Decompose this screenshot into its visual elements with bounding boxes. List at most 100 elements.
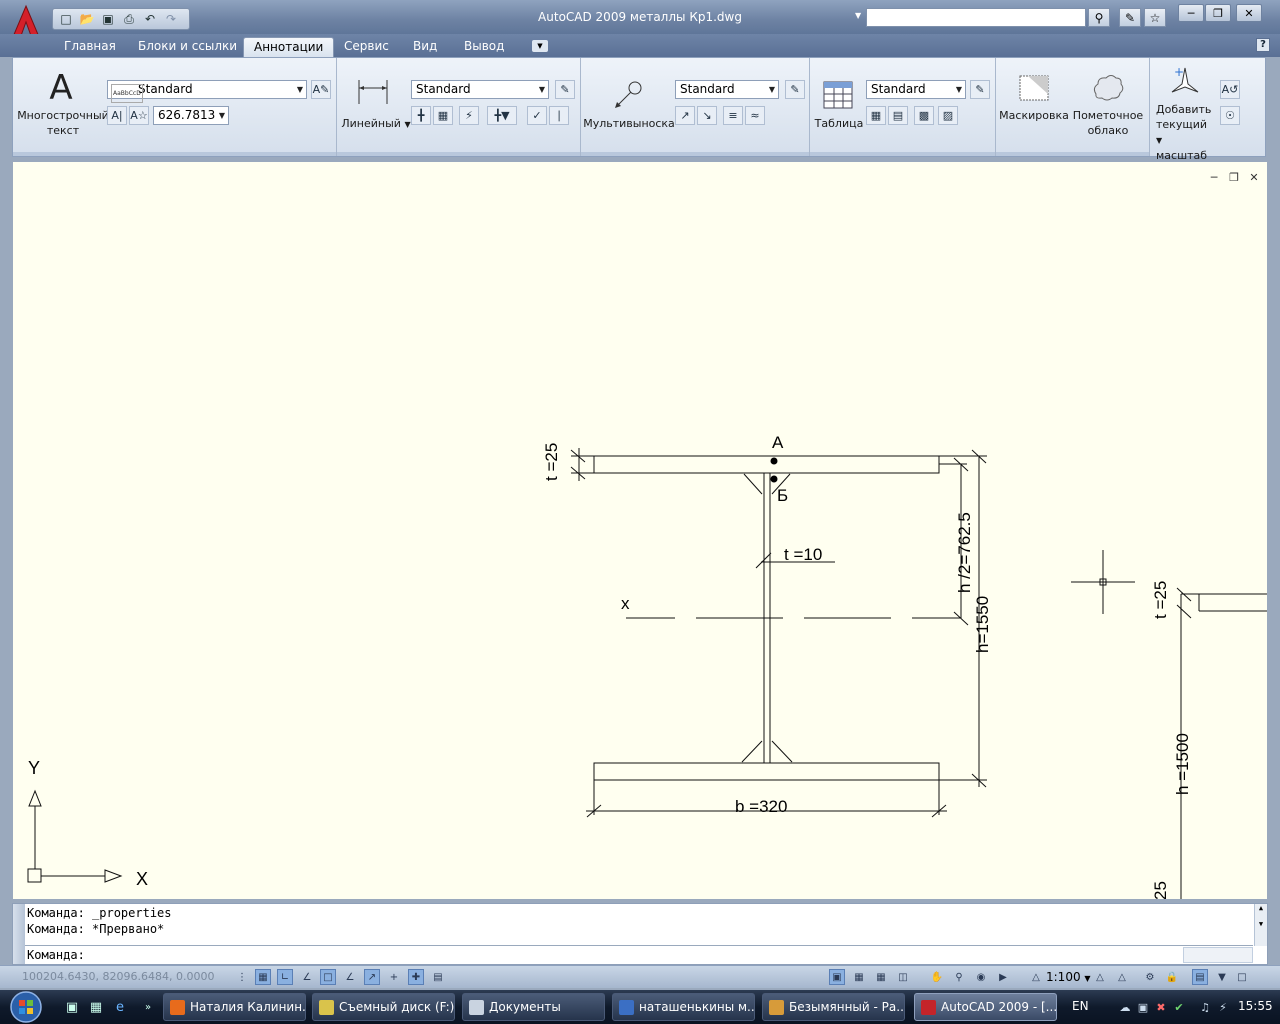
annotation-scale-value[interactable]: 1:100 ▼ (1046, 970, 1091, 984)
annotation-scale-icon[interactable]: △ (1028, 969, 1044, 985)
download-from-source-icon[interactable]: ▩ (914, 106, 934, 125)
table-icon[interactable] (822, 80, 854, 110)
dimension-style-manager-icon[interactable]: ✎ (555, 80, 575, 99)
mtext-icon[interactable]: A (43, 68, 79, 108)
multileader-icon[interactable] (609, 78, 645, 112)
object-snap-tracking-icon[interactable]: ∠ (342, 969, 358, 985)
table-label[interactable]: Таблица (812, 116, 866, 131)
favorites-star-icon[interactable]: ☆ (1144, 8, 1166, 27)
grid-display-icon[interactable]: ▦ (255, 969, 271, 985)
dimension-style-select[interactable]: Standard ▼ (411, 80, 549, 99)
taskbar-item-word[interactable]: наташенькины м... (612, 993, 755, 1021)
quick-view-icon[interactable]: ◫ (895, 969, 911, 985)
pan-icon[interactable]: ✋ (929, 969, 945, 985)
workspace-switching-icon[interactable]: ⚙ (1142, 969, 1158, 985)
search-icon[interactable]: ⚲ (1088, 8, 1110, 27)
steering-wheel-icon[interactable]: ◉ (973, 969, 989, 985)
lineweight-icon[interactable]: ✚ (408, 969, 424, 985)
revision-cloud-label[interactable]: Пометочное облако (1070, 108, 1146, 138)
close-button[interactable]: ✕ (1236, 4, 1262, 22)
add-current-scale-icon[interactable]: + (1170, 64, 1200, 98)
polar-tracking-icon[interactable]: ∠ (299, 969, 315, 985)
show-motion-icon[interactable]: ▶ (995, 969, 1011, 985)
quick-properties-icon[interactable]: ▤ (430, 969, 446, 985)
text-annotative-icon[interactable]: A☆ (129, 106, 149, 125)
wipeout-label[interactable]: Маскировка (998, 108, 1070, 123)
snap-mode-icon[interactable]: ⋮ (234, 969, 250, 985)
auto-scale-icon[interactable]: △ (1114, 969, 1130, 985)
help-icon[interactable]: ? (1256, 38, 1270, 52)
dim-space-icon[interactable]: ▦ (433, 106, 453, 125)
dynamic-ucs-icon[interactable]: ↗ (364, 969, 380, 985)
text-height-icon[interactable]: A| (107, 106, 127, 125)
multileader-label[interactable]: Мультивыноска (583, 116, 675, 131)
table-style-manager-icon[interactable]: ✎ (970, 80, 990, 99)
multileader-style-select[interactable]: Standard ▼ (675, 80, 779, 99)
tab-tools[interactable]: Сервис (334, 37, 399, 57)
taskbar-item-removable-disk[interactable]: Съемный диск (F:) (312, 993, 455, 1021)
dim-inspect-icon[interactable]: ⚡ (459, 106, 479, 125)
start-button-icon[interactable] (6, 990, 46, 1024)
data-link-icon[interactable]: ▦ (866, 106, 886, 125)
maximize-button[interactable]: ❐ (1205, 4, 1231, 22)
drawing-canvas[interactable]: ─ ❐ ✕ А Б t =25 t =10 h /2=762.5 h=1550 … (12, 161, 1268, 900)
caret-down-icon[interactable]: ▼ (855, 11, 861, 20)
dim-continue-icon[interactable]: ╋▼ (487, 106, 517, 125)
new-icon[interactable]: □ (57, 11, 75, 27)
taskbar-item-paint[interactable]: Безымянный - Ра... (762, 993, 905, 1021)
model-space-icon[interactable]: ▣ (829, 969, 845, 985)
revision-cloud-icon[interactable] (1090, 72, 1124, 104)
system-clock[interactable]: 15:55 (1238, 999, 1273, 1013)
speaker-icon[interactable]: ♫ (1198, 1000, 1212, 1014)
table-style-select[interactable]: Standard ▼ (866, 80, 966, 99)
sync-scale-positions-icon[interactable]: A↺ (1220, 80, 1240, 99)
zoom-icon[interactable]: ⚲ (951, 969, 967, 985)
clean-screen-icon[interactable]: □ (1234, 969, 1250, 985)
tab-blocks-references[interactable]: Блоки и ссылки (128, 37, 247, 57)
sync-icon[interactable]: ✔ (1172, 1000, 1186, 1014)
dynamic-input-icon[interactable]: + (386, 969, 402, 985)
toolbar-lock-icon[interactable]: 🔒 (1164, 969, 1180, 985)
taskbar-item-autocad[interactable]: AutoCAD 2009 - [... (914, 993, 1057, 1021)
network-icon[interactable]: ☁ (1118, 1000, 1132, 1014)
info-search-input[interactable] (866, 8, 1086, 27)
redo-icon[interactable]: ↷ (162, 11, 180, 27)
ortho-mode-icon[interactable]: ∟ (277, 969, 293, 985)
show-desktop-icon[interactable]: ▣ (64, 999, 80, 1015)
dim-break-icon[interactable]: ╋ (411, 106, 431, 125)
taskbar-item-firefox[interactable]: Наталия Калинин... (163, 993, 306, 1021)
remove-leader-icon[interactable]: ↘ (697, 106, 717, 125)
language-indicator[interactable]: EN (1072, 999, 1089, 1013)
security-alert-icon[interactable]: ✖ (1154, 1000, 1168, 1014)
text-style-select[interactable]: AaBbCcD Standard ▼ (107, 80, 307, 103)
scale-list-icon[interactable]: ☉ (1220, 106, 1240, 125)
layout2-icon[interactable]: ▦ (873, 969, 889, 985)
align-leaders-icon[interactable]: ≡ (723, 106, 743, 125)
command-history-scrollbar[interactable]: ▲ ▼ (1254, 904, 1267, 946)
undo-icon[interactable]: ↶ (141, 11, 159, 27)
multileader-style-manager-icon[interactable]: ✎ (785, 80, 805, 99)
upload-to-source-icon[interactable]: ▨ (938, 106, 958, 125)
mtext-label[interactable]: Многострочный текст (17, 108, 109, 138)
linear-dimension-icon[interactable] (355, 76, 391, 106)
data-extraction-icon[interactable]: ▤ (888, 106, 908, 125)
dim-oblique-icon[interactable]: ∣ (549, 106, 569, 125)
save-icon[interactable]: ▣ (99, 11, 117, 27)
tab-annotations[interactable]: Аннотации (243, 37, 335, 57)
linear-dimension-label[interactable]: Линейный ▼ (341, 116, 411, 132)
ribbon-minimize-icon[interactable]: ▼ (532, 40, 548, 52)
switch-windows-icon[interactable]: ▦ (88, 999, 104, 1015)
layout1-icon[interactable]: ▦ (851, 969, 867, 985)
internet-explorer-icon[interactable]: e (112, 999, 128, 1015)
collect-leaders-icon[interactable]: ≈ (745, 106, 765, 125)
tab-output[interactable]: Вывод (454, 37, 514, 57)
power-icon[interactable]: ⚡ (1216, 1000, 1230, 1014)
add-leader-icon[interactable]: ↗ (675, 106, 695, 125)
text-style-manager-icon[interactable]: A✎ (311, 80, 331, 99)
command-line-grip[interactable] (13, 904, 25, 964)
dim-reassociate-icon[interactable]: ✓ (527, 106, 547, 125)
add-current-scale-label[interactable]: Добавить текущий ▼ масштаб (1152, 102, 1214, 163)
status-menu-icon[interactable]: ▼ (1214, 969, 1230, 985)
tab-home[interactable]: Главная (54, 37, 126, 57)
tab-view[interactable]: Вид (403, 37, 447, 57)
